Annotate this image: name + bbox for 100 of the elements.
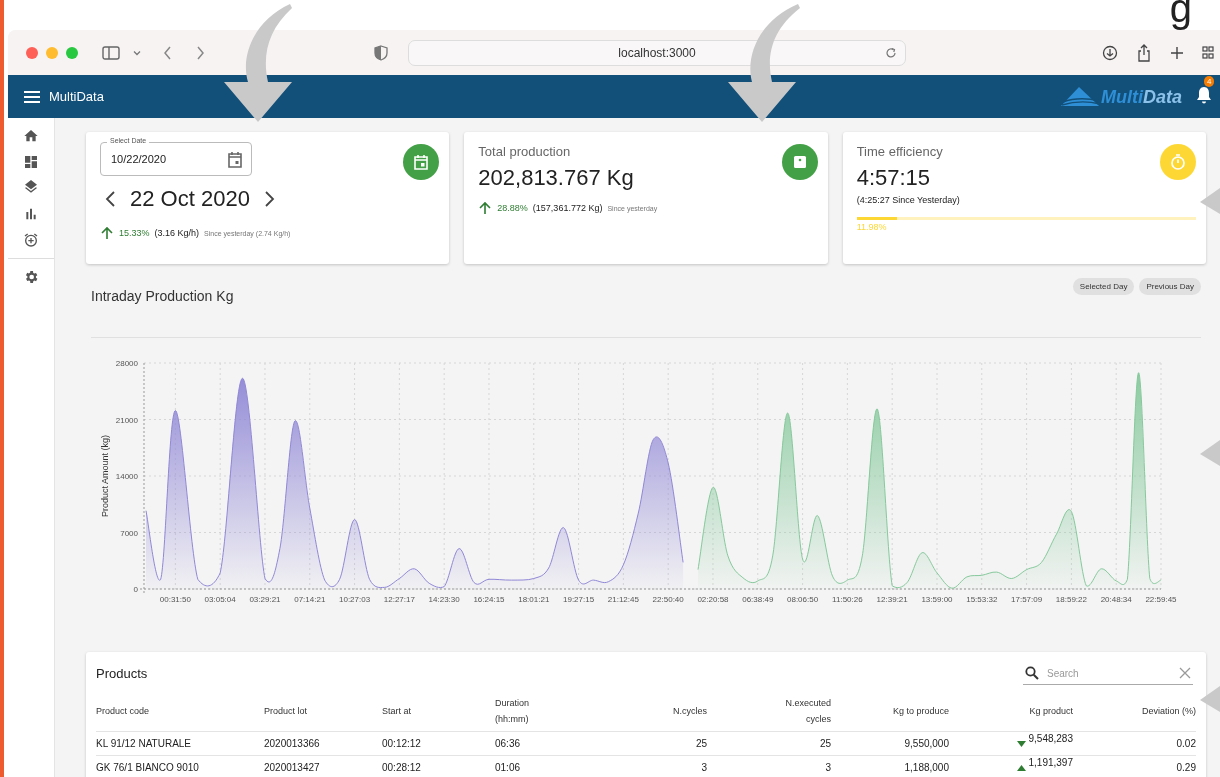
x-tick-label: 22:50:40 <box>652 595 684 604</box>
table-cell: 2020013366 <box>264 738 320 750</box>
brand-logo: MultiData <box>1059 85 1182 108</box>
table-cell: 3 <box>825 762 831 774</box>
table-cell: GK 76/1 BIANCO 9010 <box>96 762 199 774</box>
settings-icon[interactable] <box>23 269 39 285</box>
y-tick-label: 0 <box>133 585 138 594</box>
x-tick-label: 17:57:09 <box>1011 595 1043 604</box>
arrow-up-icon <box>100 226 114 240</box>
table-cell: 0.02 <box>1176 738 1196 750</box>
share-icon[interactable] <box>1136 43 1152 62</box>
table-cell: 25 <box>819 738 831 750</box>
x-tick-label: 18:59:22 <box>1055 595 1087 604</box>
day-toggle-button[interactable]: Selected Day <box>1072 278 1135 295</box>
home-icon[interactable] <box>23 128 39 144</box>
y-tick-label: 21000 <box>115 415 138 425</box>
column-header[interactable]: Product code <box>96 691 264 732</box>
progress-percent: 11.98% <box>856 222 888 232</box>
heading-text: g <box>1169 0 1192 31</box>
x-tick-label: 07:14:21 <box>294 595 326 604</box>
column-header[interactable]: Product lot <box>264 691 382 732</box>
bar-chart-icon[interactable] <box>23 206 39 222</box>
x-tick-label: 21:12:45 <box>607 595 639 604</box>
x-tick-label: 11:50:26 <box>832 595 863 604</box>
address-bar[interactable]: localhost:3000 <box>408 39 906 66</box>
reload-icon[interactable] <box>885 46 897 59</box>
x-tick-label: 16:24:15 <box>473 595 505 604</box>
stopwatch-icon <box>1160 144 1196 180</box>
search-field[interactable]: Search <box>1045 666 1173 680</box>
arrow-up-icon <box>478 201 493 215</box>
y-tick-label: 14000 <box>115 472 138 481</box>
shield-icon[interactable] <box>374 44 388 61</box>
previous-day-icon[interactable] <box>104 189 118 209</box>
column-header[interactable]: Start at <box>382 691 495 732</box>
menu-icon[interactable] <box>23 89 41 104</box>
x-tick-label: 08:06:50 <box>787 595 819 604</box>
x-tick-label: 19:27:15 <box>563 595 595 604</box>
clear-icon[interactable] <box>1179 667 1191 679</box>
amount-text: (157,361.772 Kg) <box>532 203 603 213</box>
change-percent: 15.33% <box>119 228 150 238</box>
table-cell: 06:36 <box>495 738 521 750</box>
x-tick-label: 03:29:21 <box>249 595 281 604</box>
x-tick-label: 03:05:04 <box>204 595 236 604</box>
table-cell: 00:12:12 <box>382 738 421 750</box>
x-tick-label: 20:48:34 <box>1100 595 1132 604</box>
table-cell: 1,188,000 <box>904 762 949 774</box>
efficiency-value: 4:57:15 <box>856 165 932 191</box>
pointer-arrow <box>1200 440 1220 466</box>
y-tick-label: 7000 <box>120 528 138 538</box>
table-cell: 01:06 <box>495 762 521 774</box>
x-tick-label: 18:01:21 <box>518 595 550 604</box>
new-tab-icon[interactable] <box>1170 45 1184 60</box>
y-axis-title: Product Amount (kg) <box>100 435 110 517</box>
download-icon[interactable] <box>1102 44 1118 61</box>
card-title: Total production <box>478 144 572 159</box>
table-cell: KL 91/12 NATURALE <box>96 738 192 750</box>
table-cell: 9,548,283 <box>1028 733 1073 745</box>
scale-icon <box>781 144 818 180</box>
table-title: Products <box>96 666 148 681</box>
table-cell: 00:28:12 <box>382 762 421 774</box>
column-header[interactable]: Kg to produce <box>831 691 949 732</box>
x-tick-label: 12:39:21 <box>876 595 908 604</box>
x-tick-label: 02:20:58 <box>697 595 729 604</box>
x-tick-label: 13:59:00 <box>921 595 953 604</box>
column-header[interactable]: Duration (hh:mm) <box>495 691 575 732</box>
table-cell: 1,191,397 <box>1028 757 1073 769</box>
notification-badge: 4 <box>1204 75 1215 87</box>
card-title: Time efficiency <box>856 144 944 159</box>
back-icon[interactable] <box>162 44 174 61</box>
calendar-icon[interactable] <box>227 150 243 168</box>
forward-icon[interactable] <box>194 44 206 61</box>
rate-text: (3.16 Kg/h) <box>154 228 200 238</box>
calendar-badge-icon <box>403 144 440 180</box>
alarm-add-icon[interactable] <box>23 232 39 248</box>
y-tick-label: 28000 <box>115 359 138 368</box>
dashboard-icon[interactable] <box>23 154 39 170</box>
x-tick-label: 10:27:03 <box>339 595 371 604</box>
app-title: MultiData <box>49 89 104 104</box>
x-tick-label: 06:38:49 <box>742 595 774 604</box>
pointer-arrow <box>1200 686 1220 712</box>
change-percent: 28.88% <box>497 203 528 213</box>
chart-title: Intraday Production Kg <box>91 288 234 304</box>
x-tick-label: 12:27:17 <box>383 595 415 604</box>
day-toggle-button[interactable]: Previous Day <box>1139 278 1201 295</box>
x-tick-label: 22:59:45 <box>1145 595 1177 604</box>
table-cell: 25 <box>695 738 707 750</box>
table-cell: 0.29 <box>1176 762 1196 774</box>
column-header[interactable]: Kg product <box>949 691 1073 732</box>
x-tick-label: 14:23:30 <box>428 595 460 604</box>
column-header[interactable]: N.executed cycles <box>707 691 831 732</box>
selected-date: 22 Oct 2020 <box>130 186 250 212</box>
tab-overview-icon[interactable] <box>1202 45 1214 60</box>
column-header[interactable]: Deviation (%) <box>1073 691 1196 732</box>
notification-bell-icon[interactable] <box>1196 85 1212 104</box>
table-cell: 2020013427 <box>264 762 320 774</box>
close-window-button[interactable] <box>26 46 38 59</box>
x-tick-label: 00:31:50 <box>159 595 191 604</box>
production-value: 202,813.767 Kg <box>478 165 634 191</box>
comparison-text: (4:25:27 Since Yesterday) <box>856 195 960 205</box>
column-header[interactable]: N.cycles <box>575 691 707 732</box>
